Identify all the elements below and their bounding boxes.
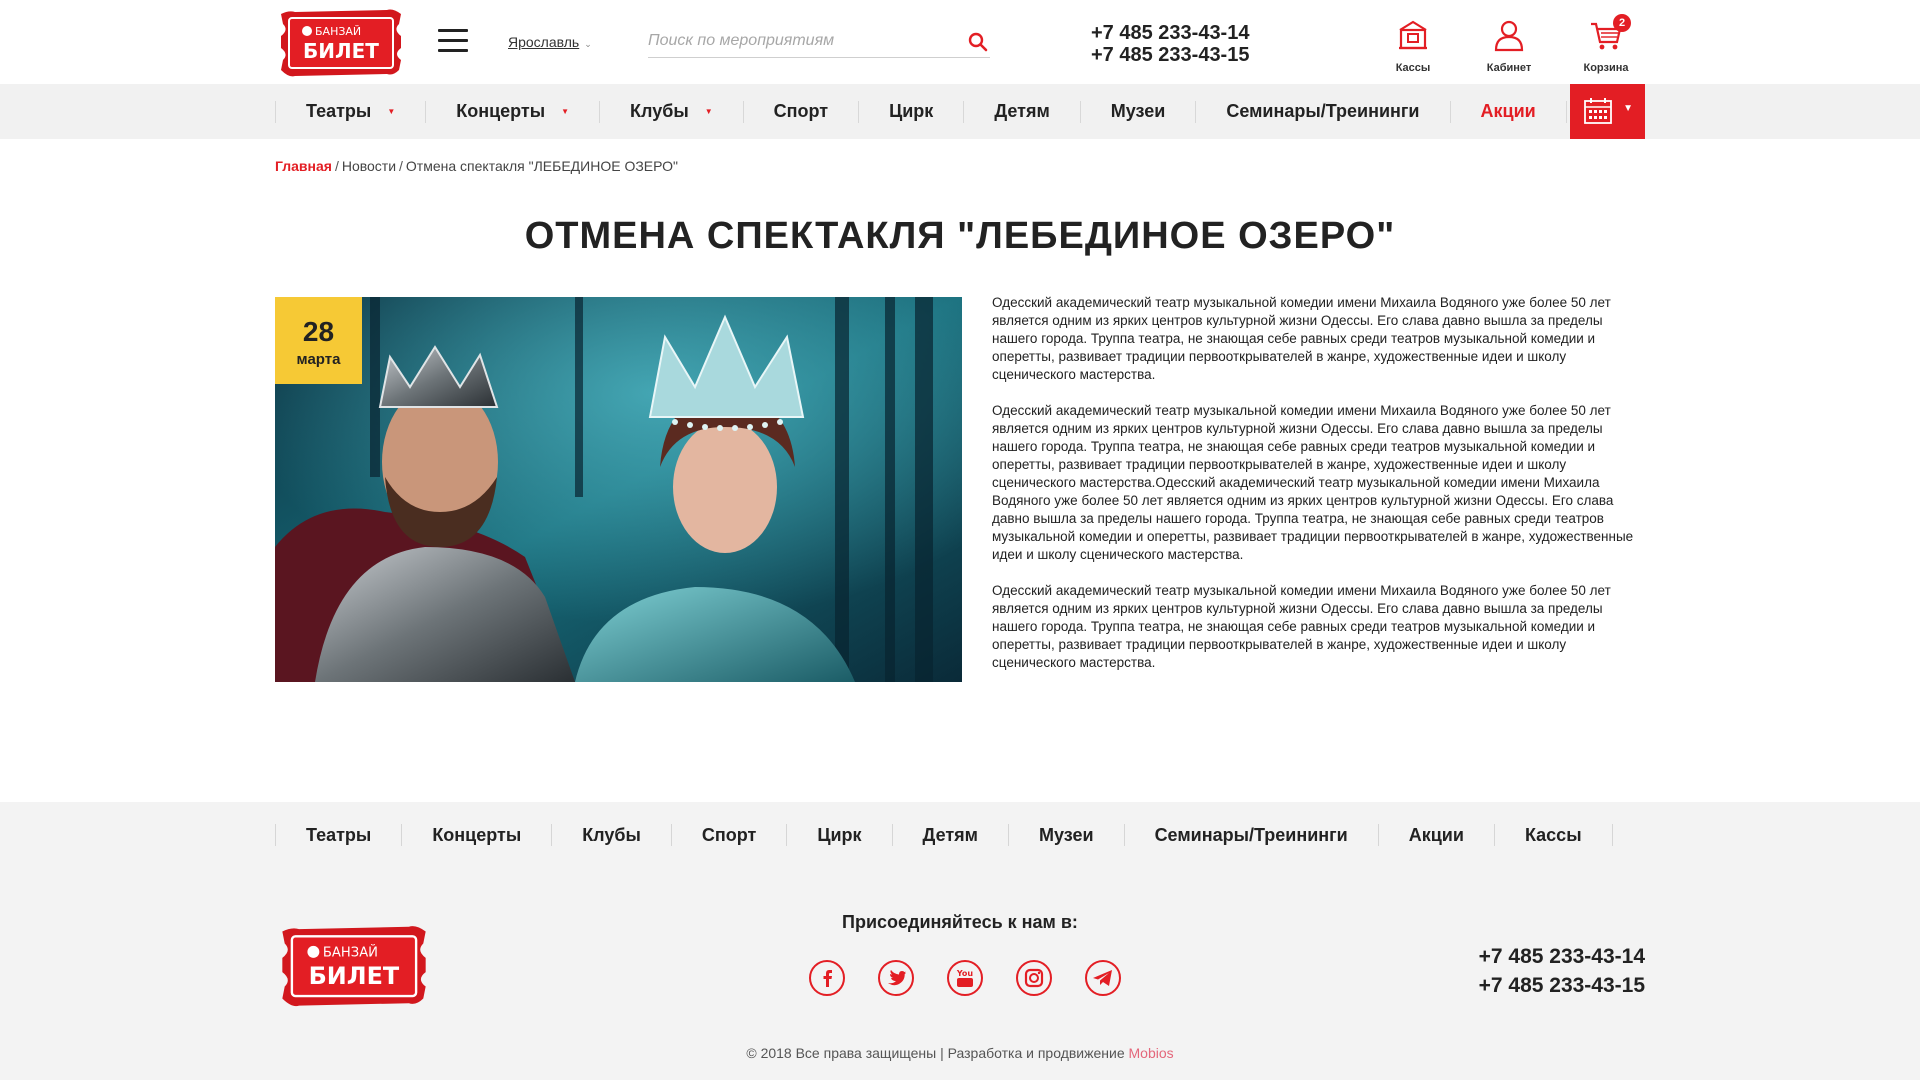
footer-nav-clubs[interactable]: Клубы bbox=[551, 824, 671, 846]
search-input[interactable] bbox=[648, 26, 948, 56]
chevron-down-icon: ▼ bbox=[1623, 103, 1633, 114]
date-month: марта bbox=[296, 351, 341, 368]
social-links: You bbox=[808, 959, 1153, 997]
phone-1[interactable]: +7 485 233-43-14 bbox=[1091, 22, 1249, 44]
nav-item-seminars[interactable]: Семинары/Треининги bbox=[1195, 100, 1449, 123]
footer-nav-ticket-offices[interactable]: Кассы bbox=[1493, 824, 1613, 846]
facebook-icon[interactable] bbox=[808, 959, 846, 997]
chevron-down-icon: ⌄ bbox=[584, 39, 592, 49]
copyright-text: © 2018 Все права защищены | Разработка и… bbox=[746, 1045, 1125, 1061]
city-name: Ярославль bbox=[508, 34, 580, 50]
logo-main-text: БИЛЕТ bbox=[303, 39, 379, 63]
footer-nav-kids[interactable]: Детям bbox=[891, 824, 1008, 846]
instagram-icon[interactable] bbox=[1015, 959, 1053, 997]
article-paragraph: Одесский академический театр музыкальной… bbox=[992, 295, 1611, 382]
footer-nav-sport[interactable]: Спорт bbox=[670, 824, 786, 846]
cart-count-badge: 2 bbox=[1613, 14, 1631, 32]
telegram-icon[interactable] bbox=[1084, 959, 1122, 997]
nav-item-kids[interactable]: Детям bbox=[963, 100, 1079, 123]
footer-nav-museums[interactable]: Музеи bbox=[1008, 824, 1124, 846]
cart-button[interactable]: 2 Корзина bbox=[1571, 14, 1641, 74]
footer-phones: +7 485 233-43-14 +7 485 233-43-15 bbox=[1479, 942, 1645, 1000]
user-icon bbox=[1492, 18, 1526, 52]
logo-main-text: БИЛЕТ bbox=[309, 962, 400, 990]
site-logo[interactable]: БАНЗАЙ БИЛЕТ bbox=[275, 6, 407, 78]
dropdown-dot-icon: ▼ bbox=[387, 107, 396, 116]
search-box bbox=[648, 26, 990, 58]
city-selector[interactable]: Ярославль ⌄ bbox=[508, 34, 592, 50]
nav-item-theaters[interactable]: Театры ▼ bbox=[275, 100, 425, 123]
breadcrumb-news[interactable]: Новости bbox=[342, 158, 396, 174]
page-title: ОТМЕНА СПЕКТАКЛЯ "ЛЕБЕДИНОЕ ОЗЕРО" bbox=[524, 215, 1396, 257]
breadcrumb-separator: / bbox=[399, 158, 403, 174]
nav-item-circus[interactable]: Цирк bbox=[858, 100, 963, 123]
article-paragraph: Одесский академический театр музыкальной… bbox=[992, 403, 1634, 562]
footer-nav-seminars[interactable]: Семинары/Треининги bbox=[1123, 824, 1378, 846]
footer-nav-promo[interactable]: Акции bbox=[1377, 824, 1494, 846]
footer-nav: Театры Концерты Клубы Спорт Цирк Детям М… bbox=[275, 824, 1613, 846]
developer-link[interactable]: Mobios bbox=[1129, 1045, 1174, 1061]
article-paragraph: Одесский академический театр музыкальной… bbox=[992, 583, 1611, 670]
header-phones: +7 485 233-43-14 +7 485 233-43-15 bbox=[1091, 22, 1249, 66]
footer-nav-circus[interactable]: Цирк bbox=[786, 824, 891, 846]
article-image bbox=[275, 297, 962, 682]
date-day: 28 bbox=[302, 316, 335, 347]
site-footer: Театры Концерты Клубы Спорт Цирк Детям М… bbox=[0, 802, 1920, 1080]
svg-text:You: You bbox=[956, 969, 974, 978]
footer-phone-1[interactable]: +7 485 233-43-14 bbox=[1479, 942, 1645, 971]
twitter-icon[interactable] bbox=[877, 959, 915, 997]
nav-item-promo[interactable]: Акции bbox=[1449, 100, 1567, 123]
article-body: Одесский академический театр музыкальной… bbox=[992, 294, 1645, 690]
breadcrumb-current: Отмена спектакля "ЛЕБЕДИНОЕ ОЗЕРО" bbox=[405, 158, 679, 174]
logo-brand-text: БАНЗАЙ bbox=[315, 25, 361, 38]
search-icon[interactable] bbox=[968, 32, 988, 52]
dropdown-dot-icon: ▼ bbox=[561, 107, 570, 116]
dropdown-dot-icon: ▼ bbox=[704, 107, 713, 116]
nav-item-clubs[interactable]: Клубы ▼ bbox=[599, 100, 743, 123]
footer-logo[interactable]: БАНЗАЙ БИЛЕТ bbox=[275, 922, 433, 1008]
calendar-icon bbox=[1584, 98, 1612, 124]
phone-2[interactable]: +7 485 233-43-15 bbox=[1091, 44, 1249, 66]
nav-item-museums[interactable]: Музеи bbox=[1079, 100, 1196, 123]
footer-phone-2[interactable]: +7 485 233-43-15 bbox=[1479, 971, 1645, 1000]
copyright: © 2018 Все права защищены | Разработка и… bbox=[0, 1045, 1920, 1061]
menu-burger-button[interactable] bbox=[438, 29, 468, 55]
breadcrumb-separator: / bbox=[334, 158, 339, 174]
footer-nav-theaters[interactable]: Театры bbox=[275, 824, 401, 846]
breadcrumb: Главная / Новости / Отмена спектакля "ЛЕБЕДИ… bbox=[275, 158, 678, 174]
nav-item-sport[interactable]: Спорт bbox=[742, 100, 858, 123]
ticket-office-label: Кассы bbox=[1395, 62, 1431, 74]
cabinet-button[interactable]: Кабинет bbox=[1474, 18, 1544, 74]
ticket-office-icon bbox=[1396, 18, 1430, 52]
main-nav: Театры ▼ Концерты ▼ Клубы ▼ Спорт Цирк Детя… bbox=[275, 84, 1567, 139]
logo-brand-text: БАНЗАЙ bbox=[323, 945, 378, 961]
youtube-icon[interactable]: You bbox=[946, 959, 984, 997]
cart-label: Корзина bbox=[1583, 62, 1629, 74]
article-date-badge: 28 марта bbox=[275, 297, 362, 384]
nav-item-concerts[interactable]: Концерты ▼ bbox=[425, 100, 599, 123]
footer-nav-concerts[interactable]: Концерты bbox=[401, 824, 551, 846]
ticket-office-button[interactable]: Кассы bbox=[1378, 18, 1448, 74]
cart-icon: 2 bbox=[1589, 14, 1631, 52]
site-header: БАНЗАЙ БИЛЕТ Ярославль ⌄ +7 485 233-43-14… bbox=[0, 0, 1920, 84]
cabinet-label: Кабинет bbox=[1486, 62, 1532, 74]
calendar-button[interactable]: ▼ bbox=[1570, 84, 1645, 139]
breadcrumb-home[interactable]: Главная bbox=[275, 158, 332, 174]
